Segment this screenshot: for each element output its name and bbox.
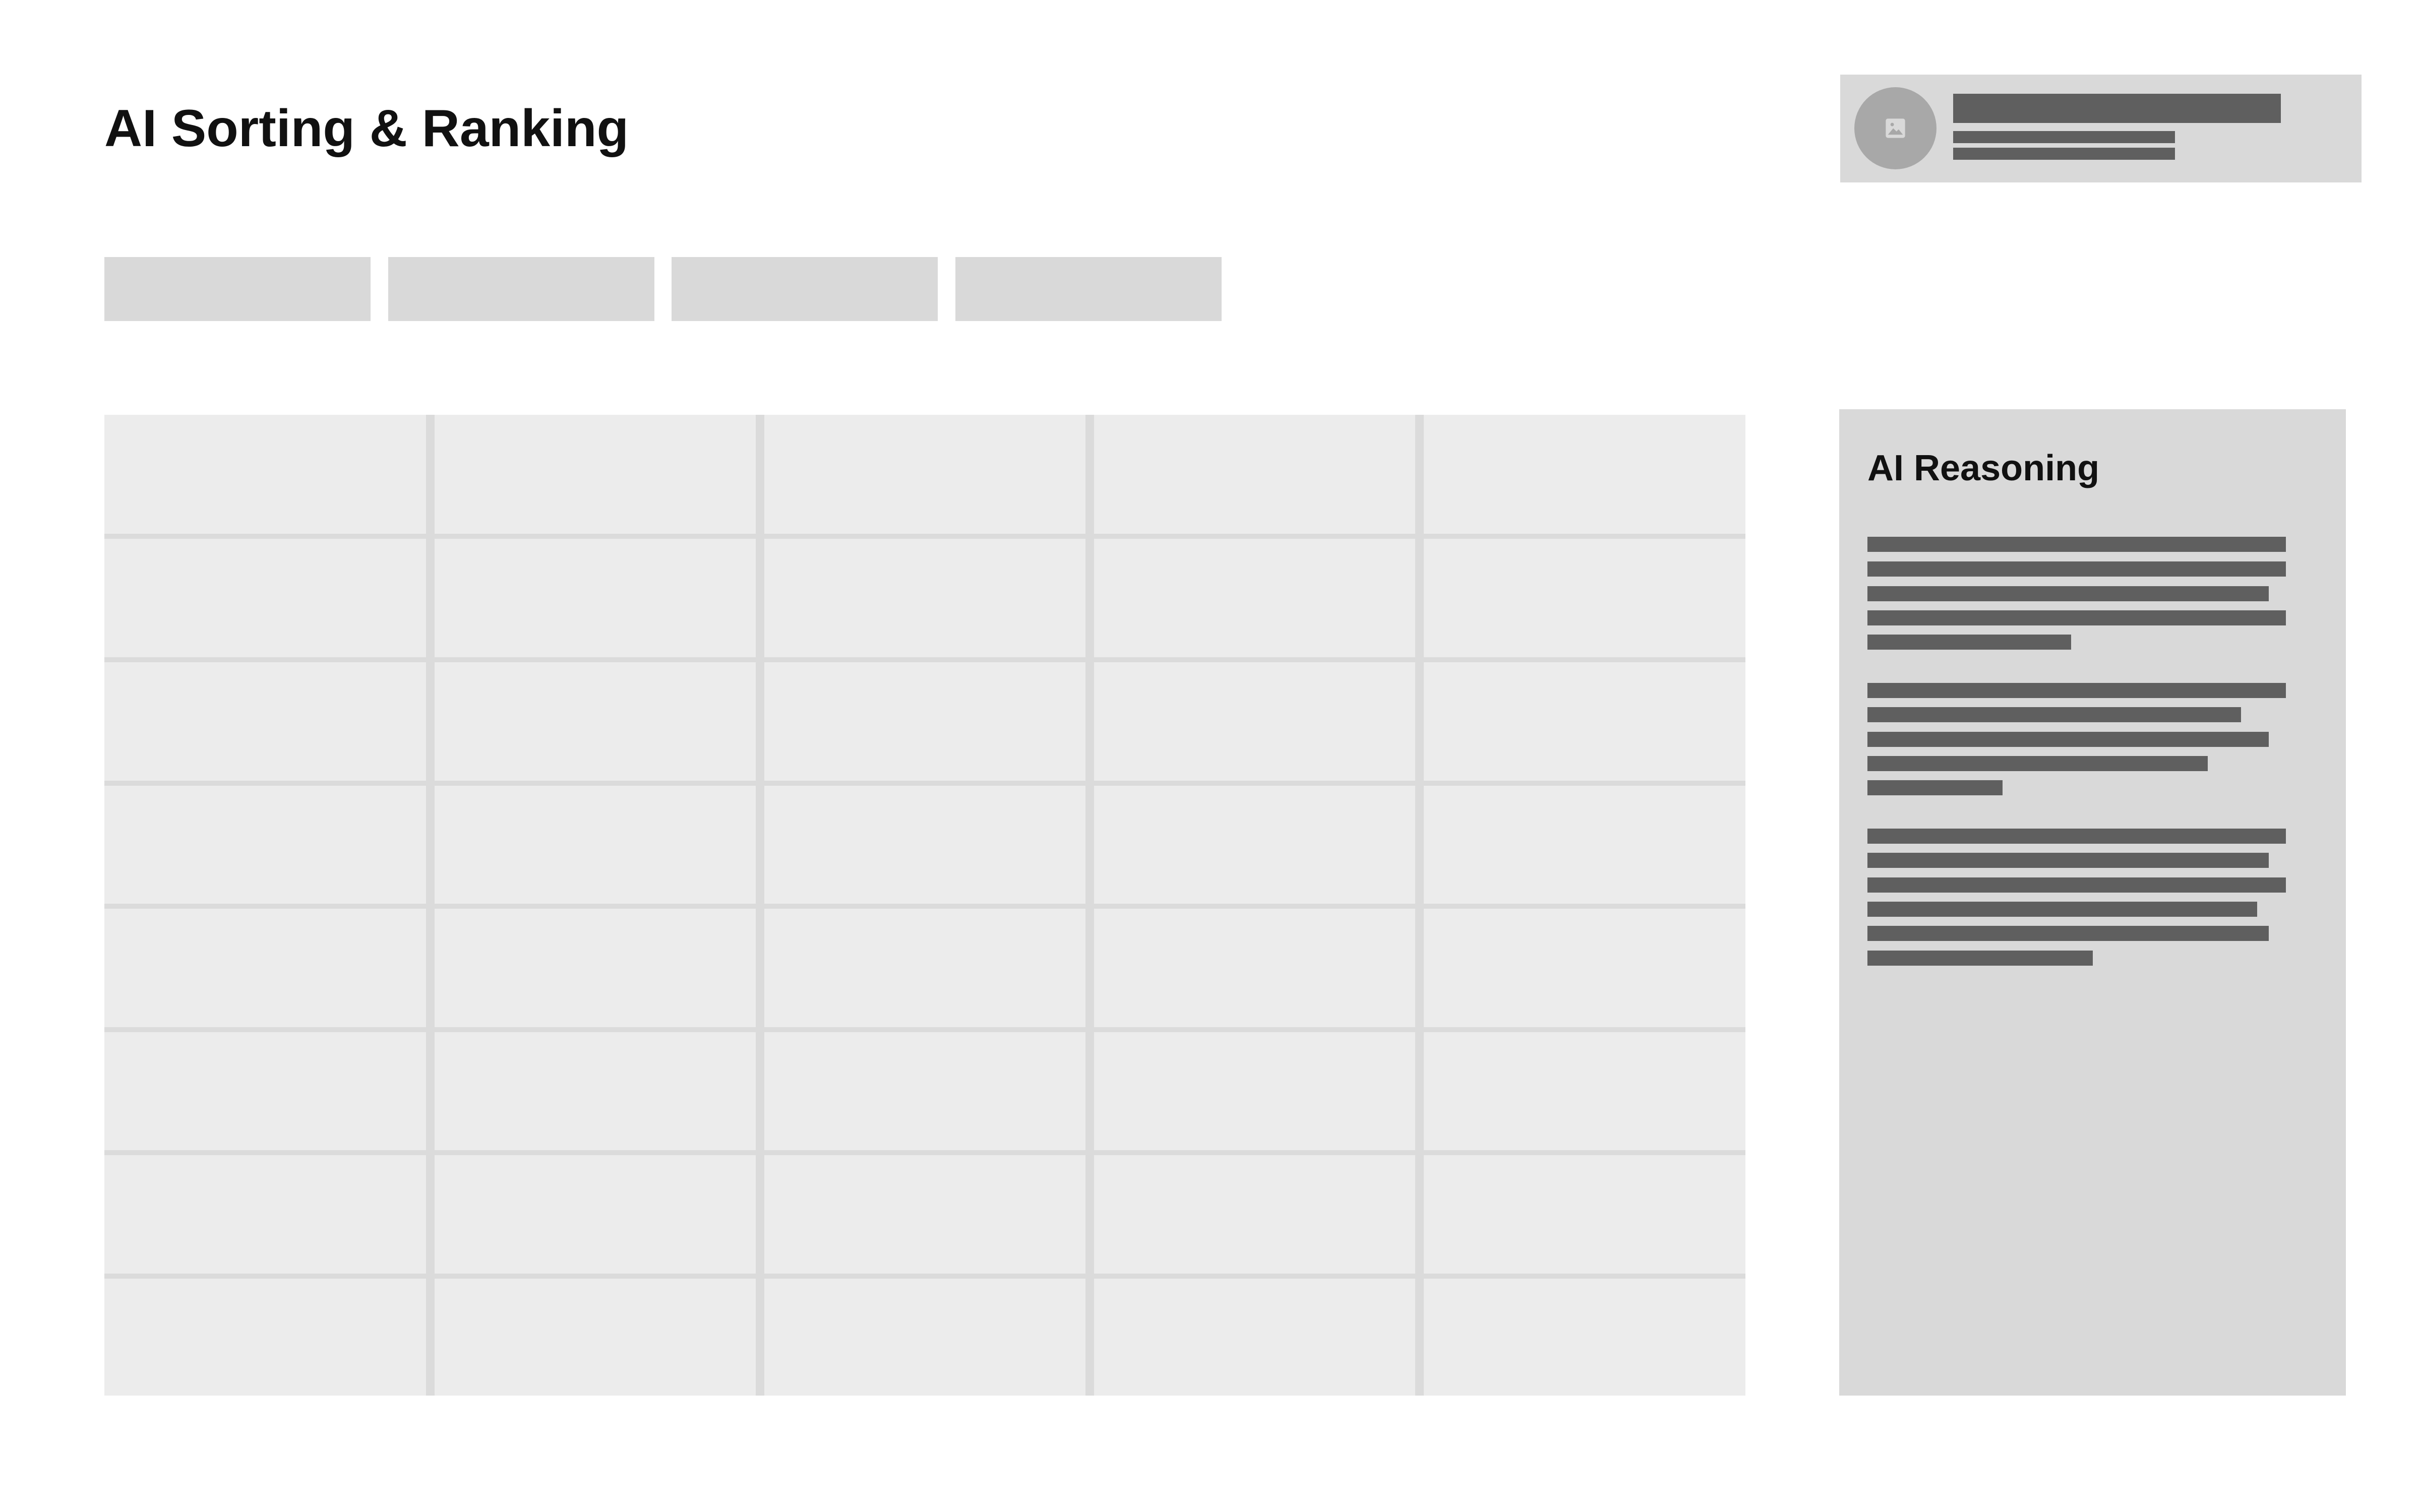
table-cell[interactable] [1094, 1155, 1415, 1274]
table-row-divider [104, 1150, 1745, 1155]
reasoning-text-line [1867, 951, 2093, 966]
table-cell[interactable] [764, 909, 1085, 1027]
table-cell[interactable] [435, 1032, 756, 1150]
table-cell[interactable] [764, 662, 1085, 781]
profile-meta-placeholder [1953, 148, 2175, 160]
filter-tab-1[interactable] [104, 257, 371, 321]
reasoning-text-line [1867, 780, 2003, 795]
image-icon [1886, 118, 1905, 138]
table-cell[interactable] [1094, 539, 1415, 657]
table-cell[interactable] [435, 786, 756, 904]
table-row-divider [104, 781, 1745, 786]
table-cell[interactable] [1424, 415, 1745, 534]
table-row-divider [104, 657, 1745, 662]
table-cell[interactable] [1094, 786, 1415, 904]
reasoning-text-line [1867, 902, 2257, 917]
avatar[interactable] [1854, 87, 1937, 169]
table-cell[interactable] [1094, 1279, 1415, 1396]
reasoning-text-line [1867, 707, 2241, 722]
table-cell[interactable] [764, 786, 1085, 904]
reasoning-text-line [1867, 610, 2286, 625]
reasoning-text-line [1867, 537, 2286, 552]
table-cell[interactable] [1094, 909, 1415, 1027]
reasoning-text-line [1867, 926, 2269, 941]
table-cell[interactable] [435, 415, 756, 534]
table-cell[interactable] [1094, 1032, 1415, 1150]
reasoning-text-line [1867, 561, 2286, 577]
ai-reasoning-panel: AI Reasoning [1839, 409, 2346, 1396]
table-cell[interactable] [104, 1032, 426, 1150]
table-cell[interactable] [1424, 1032, 1745, 1150]
reasoning-text-line [1867, 877, 2286, 893]
reasoning-text-line [1867, 586, 2269, 601]
table-cell[interactable] [1424, 662, 1745, 781]
table-cell[interactable] [1424, 1155, 1745, 1274]
table-cell[interactable] [1424, 909, 1745, 1027]
table-cell[interactable] [435, 909, 756, 1027]
table-column-divider [1415, 415, 1424, 1396]
table-row-divider [104, 534, 1745, 539]
table-column-divider [1085, 415, 1094, 1396]
table-cell[interactable] [435, 539, 756, 657]
filter-tab-2[interactable] [388, 257, 654, 321]
reasoning-text-line [1867, 635, 2071, 650]
table-cell[interactable] [764, 1279, 1085, 1396]
table-cell[interactable] [1424, 1279, 1745, 1396]
profile-name-placeholder [1953, 94, 2281, 123]
table-row-divider [104, 1027, 1745, 1032]
reasoning-text-line [1867, 853, 2269, 868]
table-cell[interactable] [104, 786, 426, 904]
table-cell[interactable] [1424, 786, 1745, 904]
table-cell[interactable] [1094, 662, 1415, 781]
ranking-table [104, 415, 1745, 1396]
table-cell[interactable] [435, 1155, 756, 1274]
table-cell[interactable] [104, 415, 426, 534]
table-column-divider [756, 415, 764, 1396]
filter-tab-3[interactable] [672, 257, 938, 321]
table-row-divider [104, 1274, 1745, 1279]
table-cell[interactable] [435, 1279, 756, 1396]
profile-card[interactable] [1840, 75, 2362, 182]
table-cell[interactable] [435, 662, 756, 781]
profile-meta-placeholder [1953, 131, 2175, 143]
reasoning-text-line [1867, 732, 2269, 747]
table-cell[interactable] [764, 1155, 1085, 1274]
table-row-divider [104, 904, 1745, 909]
ai-reasoning-title: AI Reasoning [1867, 448, 2100, 488]
reasoning-text-line [1867, 756, 2208, 771]
page-title: AI Sorting & Ranking [104, 99, 629, 158]
filter-tab-4[interactable] [955, 257, 1222, 321]
table-cell[interactable] [1094, 415, 1415, 534]
table-cell[interactable] [104, 1155, 426, 1274]
reasoning-text-line [1867, 829, 2286, 844]
table-column-divider [426, 415, 435, 1396]
table-cell[interactable] [764, 1032, 1085, 1150]
table-cell[interactable] [104, 909, 426, 1027]
table-cell[interactable] [104, 1279, 426, 1396]
table-cell[interactable] [1424, 539, 1745, 657]
table-cell[interactable] [104, 662, 426, 781]
reasoning-text-line [1867, 683, 2286, 698]
table-cell[interactable] [764, 415, 1085, 534]
table-cell[interactable] [764, 539, 1085, 657]
table-cell[interactable] [104, 539, 426, 657]
